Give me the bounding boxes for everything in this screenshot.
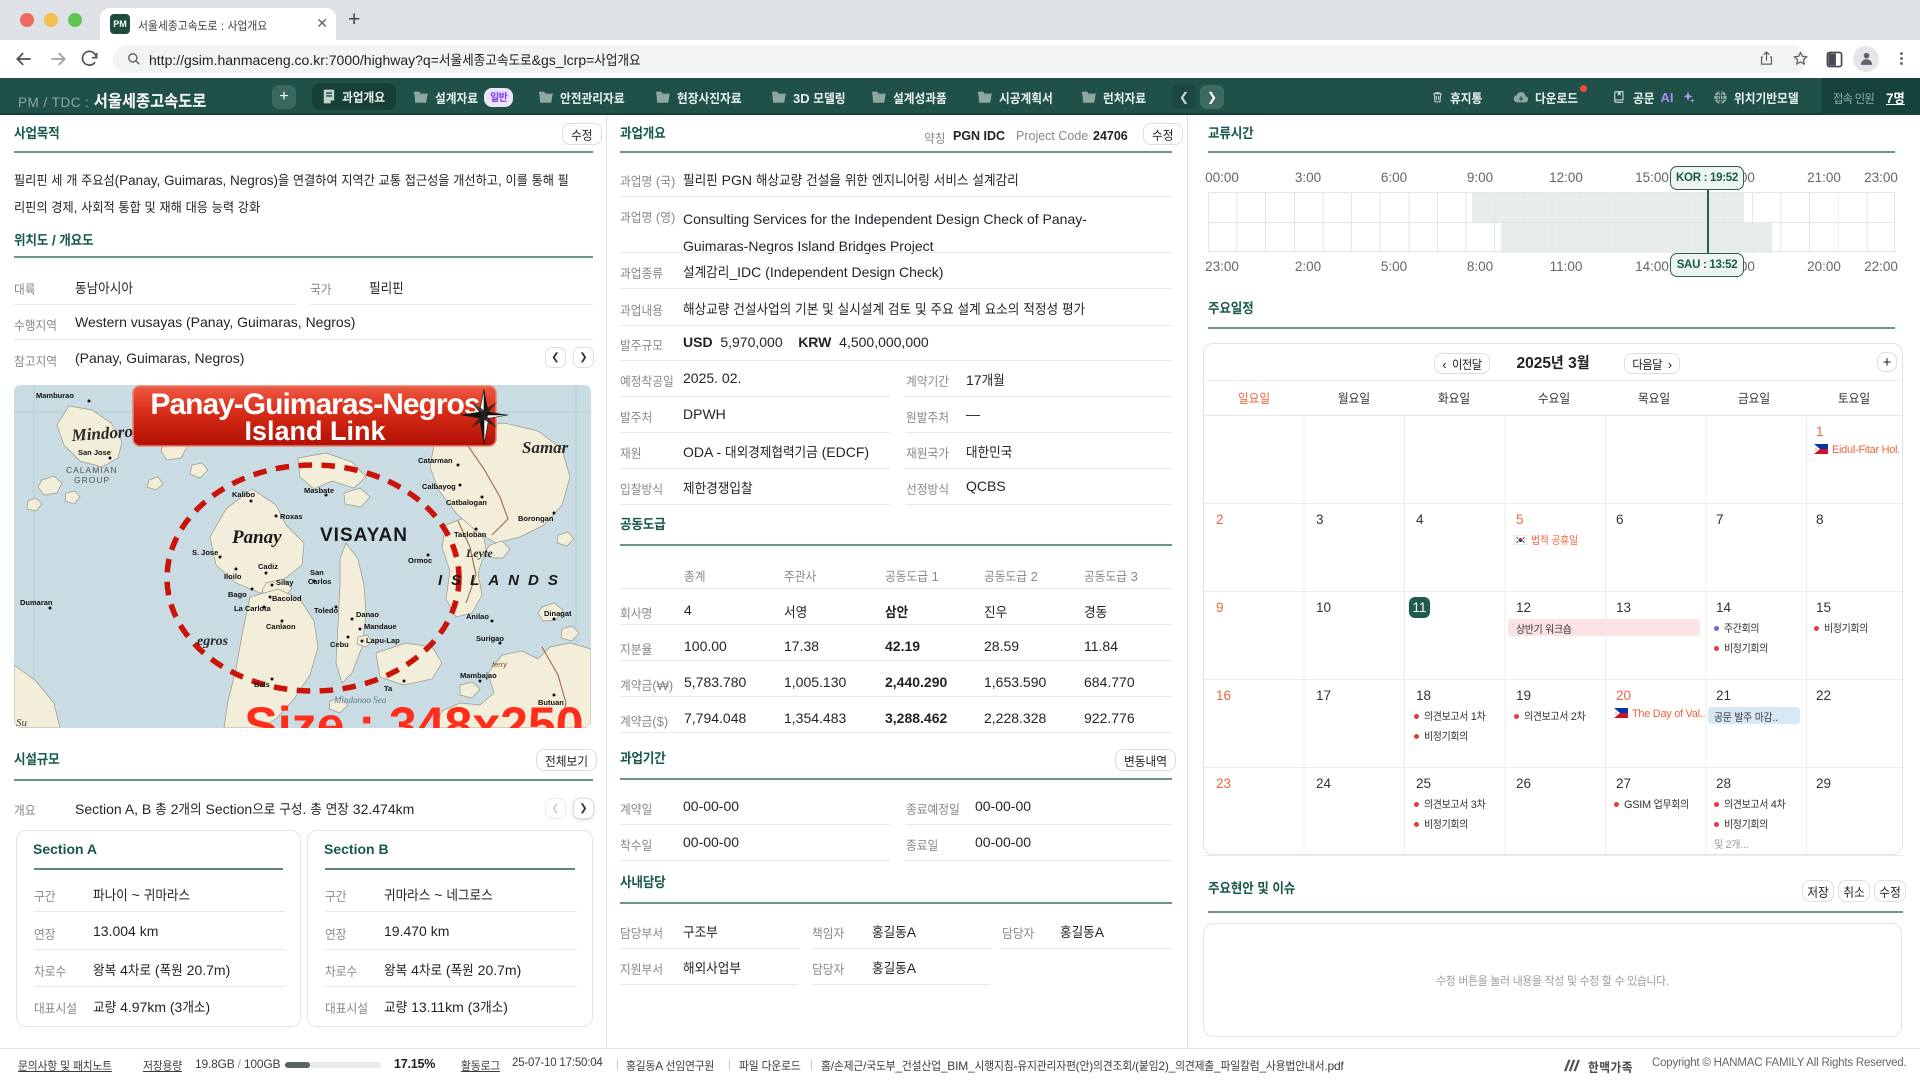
svg-text:Kalibo: Kalibo bbox=[232, 490, 255, 499]
svg-text:Samar: Samar bbox=[522, 438, 569, 457]
svg-text:Danao: Danao bbox=[356, 610, 379, 619]
svg-text:Canlaon: Canlaon bbox=[266, 622, 296, 631]
svg-text:ferry: ferry bbox=[492, 660, 508, 669]
svg-text:Mamburao: Mamburao bbox=[36, 391, 74, 400]
svg-text:Cebu: Cebu bbox=[330, 640, 349, 649]
svg-text:Ta: Ta bbox=[384, 684, 393, 693]
svg-text:Anilao: Anilao bbox=[466, 612, 489, 621]
svg-text:S. Jose: S. Jose bbox=[192, 548, 218, 557]
svg-text:Mandaue: Mandaue bbox=[364, 622, 397, 631]
svg-text:CALAMIAN: CALAMIAN bbox=[66, 465, 117, 475]
svg-text:Bacolod: Bacolod bbox=[272, 594, 302, 603]
svg-text:Iloilo: Iloilo bbox=[224, 572, 242, 581]
svg-text:Bais: Bais bbox=[254, 680, 270, 689]
svg-text:Su: Su bbox=[16, 717, 28, 728]
svg-text:Dumaran: Dumaran bbox=[20, 598, 53, 607]
svg-text:Surigao: Surigao bbox=[476, 634, 504, 643]
svg-text:Carlos: Carlos bbox=[308, 577, 331, 586]
svg-text:egros: egros bbox=[197, 634, 229, 649]
svg-text:Toledo: Toledo bbox=[314, 606, 338, 615]
svg-text:San: San bbox=[310, 568, 324, 577]
svg-text:Island Link: Island Link bbox=[244, 416, 386, 446]
svg-text:Borongan: Borongan bbox=[518, 514, 554, 523]
svg-text:Dinagat: Dinagat bbox=[544, 609, 572, 618]
svg-text:La Carlota: La Carlota bbox=[234, 604, 272, 613]
svg-text:VISAYAN: VISAYAN bbox=[320, 525, 408, 546]
svg-text:GROUP: GROUP bbox=[74, 475, 110, 485]
svg-text:Panay: Panay bbox=[231, 527, 282, 548]
svg-text:Tacloban: Tacloban bbox=[454, 530, 487, 539]
svg-text:Catarman: Catarman bbox=[418, 456, 453, 465]
svg-text:Catbalogan: Catbalogan bbox=[446, 498, 487, 507]
svg-text:Silay: Silay bbox=[276, 578, 294, 587]
svg-text:Mambajao: Mambajao bbox=[460, 671, 497, 680]
svg-text:Calbayog: Calbayog bbox=[422, 482, 456, 491]
svg-text:Lapu-Lap: Lapu-Lap bbox=[366, 636, 400, 645]
svg-text:Cadiz: Cadiz bbox=[258, 562, 278, 571]
svg-text:Masbate: Masbate bbox=[304, 486, 334, 495]
svg-text:ISLANDS: ISLANDS bbox=[438, 572, 567, 589]
svg-text:Ormoc: Ormoc bbox=[408, 556, 432, 565]
svg-text:Leyte: Leyte bbox=[465, 546, 493, 560]
svg-text:Roxas: Roxas bbox=[280, 512, 303, 521]
svg-text:San Jose: San Jose bbox=[78, 448, 111, 457]
svg-text:Bago: Bago bbox=[228, 590, 247, 599]
svg-text:Size : 348x250: Size : 348x250 bbox=[244, 697, 583, 728]
